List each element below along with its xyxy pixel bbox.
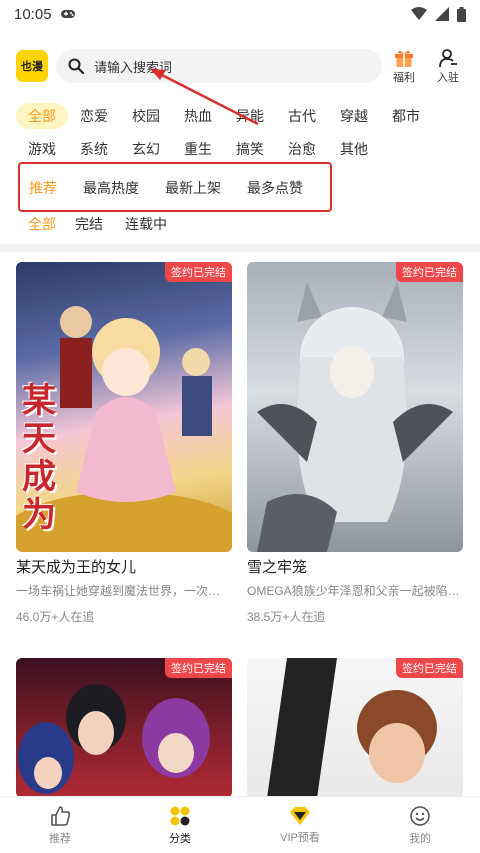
sort-row: 推荐 最高热度 最新上架 最多点赞: [29, 178, 329, 198]
nav-label: VIP预看: [280, 831, 320, 844]
search-icon: [68, 58, 84, 74]
comic-cover[interactable]: 签约已完结: [247, 262, 463, 552]
status-badge: 签约已完结: [165, 658, 232, 678]
sort-option[interactable]: 推荐: [29, 178, 57, 198]
comic-title[interactable]: 某天成为王的女儿: [16, 556, 136, 577]
cover-illustration: [18, 684, 210, 794]
nav-recommend[interactable]: 推荐: [0, 797, 120, 853]
search-placeholder: 请输入搜索词: [94, 59, 173, 75]
welfare-button[interactable]: 福利: [386, 48, 422, 88]
genre-chip[interactable]: 其他: [328, 136, 380, 162]
nav-label: 推荐: [49, 832, 71, 845]
genre-chip[interactable]: 游戏: [16, 136, 68, 162]
status-option[interactable]: 连载中: [114, 211, 178, 237]
genre-chip[interactable]: 校园: [120, 103, 172, 129]
genre-chip[interactable]: 治愈: [276, 136, 328, 162]
welfare-label: 福利: [393, 72, 415, 84]
status-option[interactable]: 全部: [16, 211, 64, 237]
genre-chip[interactable]: 恋爱: [68, 103, 120, 129]
category-grid-icon: [170, 806, 190, 825]
join-button[interactable]: 入驻: [430, 48, 466, 88]
comic-description: 一场车祸让她穿越到魔法世界，一次…: [16, 584, 221, 598]
genre-chip[interactable]: 全部: [16, 103, 68, 129]
thumbs-up-icon: [51, 805, 71, 826]
cover-illustration: [267, 658, 437, 798]
genre-chip[interactable]: 古代: [276, 103, 328, 129]
nav-category[interactable]: 分类: [120, 797, 240, 853]
status-bar: 10:05: [0, 0, 480, 28]
battery-icon: [457, 6, 466, 22]
vip-diamond-icon: [290, 806, 310, 825]
status-time: 10:05: [14, 5, 52, 23]
sort-option[interactable]: 最新上架: [165, 178, 221, 198]
status-filter-row: 全部 完结 连载中: [16, 211, 178, 237]
gamepad-icon: [60, 10, 75, 18]
status-badge: 签约已完结: [396, 658, 463, 678]
comic-cover[interactable]: 某天成为 签约已完结: [16, 262, 232, 552]
header: 也漫 请输入搜索词 福利 入驻: [0, 44, 480, 88]
genre-chip[interactable]: 都市: [380, 103, 432, 129]
app-logo: 也漫: [16, 50, 48, 82]
user-add-icon: [439, 49, 457, 68]
section-divider: [0, 244, 480, 252]
status-badge: 签约已完结: [396, 262, 463, 282]
join-label: 入驻: [437, 72, 459, 84]
sort-option[interactable]: 最多点赞: [247, 178, 303, 198]
nav-mine[interactable]: 我的: [360, 797, 480, 853]
comic-cover[interactable]: 签约已完结: [247, 658, 463, 798]
smile-face-icon: [410, 805, 430, 826]
status-option[interactable]: 完结: [64, 211, 114, 237]
wifi-icon: [411, 7, 427, 20]
genre-chip[interactable]: 搞笑: [224, 136, 276, 162]
sort-option[interactable]: 最高热度: [83, 178, 139, 198]
search-bar[interactable]: 请输入搜索词: [56, 49, 382, 83]
cover-title-art: 某天成为: [22, 382, 56, 534]
comic-cover[interactable]: 签约已完结: [16, 658, 232, 798]
follower-count: 46.0万+人在追: [16, 610, 95, 624]
genre-chip[interactable]: 异能: [224, 103, 276, 129]
gift-icon: [395, 50, 413, 67]
genre-chip[interactable]: 系统: [68, 136, 120, 162]
genre-chip[interactable]: 玄幻: [120, 136, 172, 162]
signal-icon: [435, 7, 449, 21]
status-badge: 签约已完结: [165, 262, 232, 282]
comic-title[interactable]: 雪之牢笼: [247, 556, 307, 577]
cover-illustration: [257, 282, 453, 552]
bottom-nav: 推荐 分类 VIP预看 我的: [0, 796, 480, 853]
genre-row-2: 游戏 系统 玄幻 重生 搞笑 治愈 其他: [16, 136, 380, 162]
nav-label: 分类: [169, 832, 191, 845]
comic-description: OMEGA狼族少年泽恩和父亲一起被陷…: [247, 584, 460, 598]
nav-vip-preview[interactable]: VIP预看: [240, 797, 360, 853]
genre-chip[interactable]: 热血: [172, 103, 224, 129]
nav-label: 我的: [409, 832, 431, 845]
follower-count: 38.5万+人在追: [247, 610, 326, 624]
genre-row-1: 全部 恋爱 校园 热血 异能 古代 穿越 都市: [16, 103, 432, 129]
genre-chip[interactable]: 重生: [172, 136, 224, 162]
genre-chip[interactable]: 穿越: [328, 103, 380, 129]
